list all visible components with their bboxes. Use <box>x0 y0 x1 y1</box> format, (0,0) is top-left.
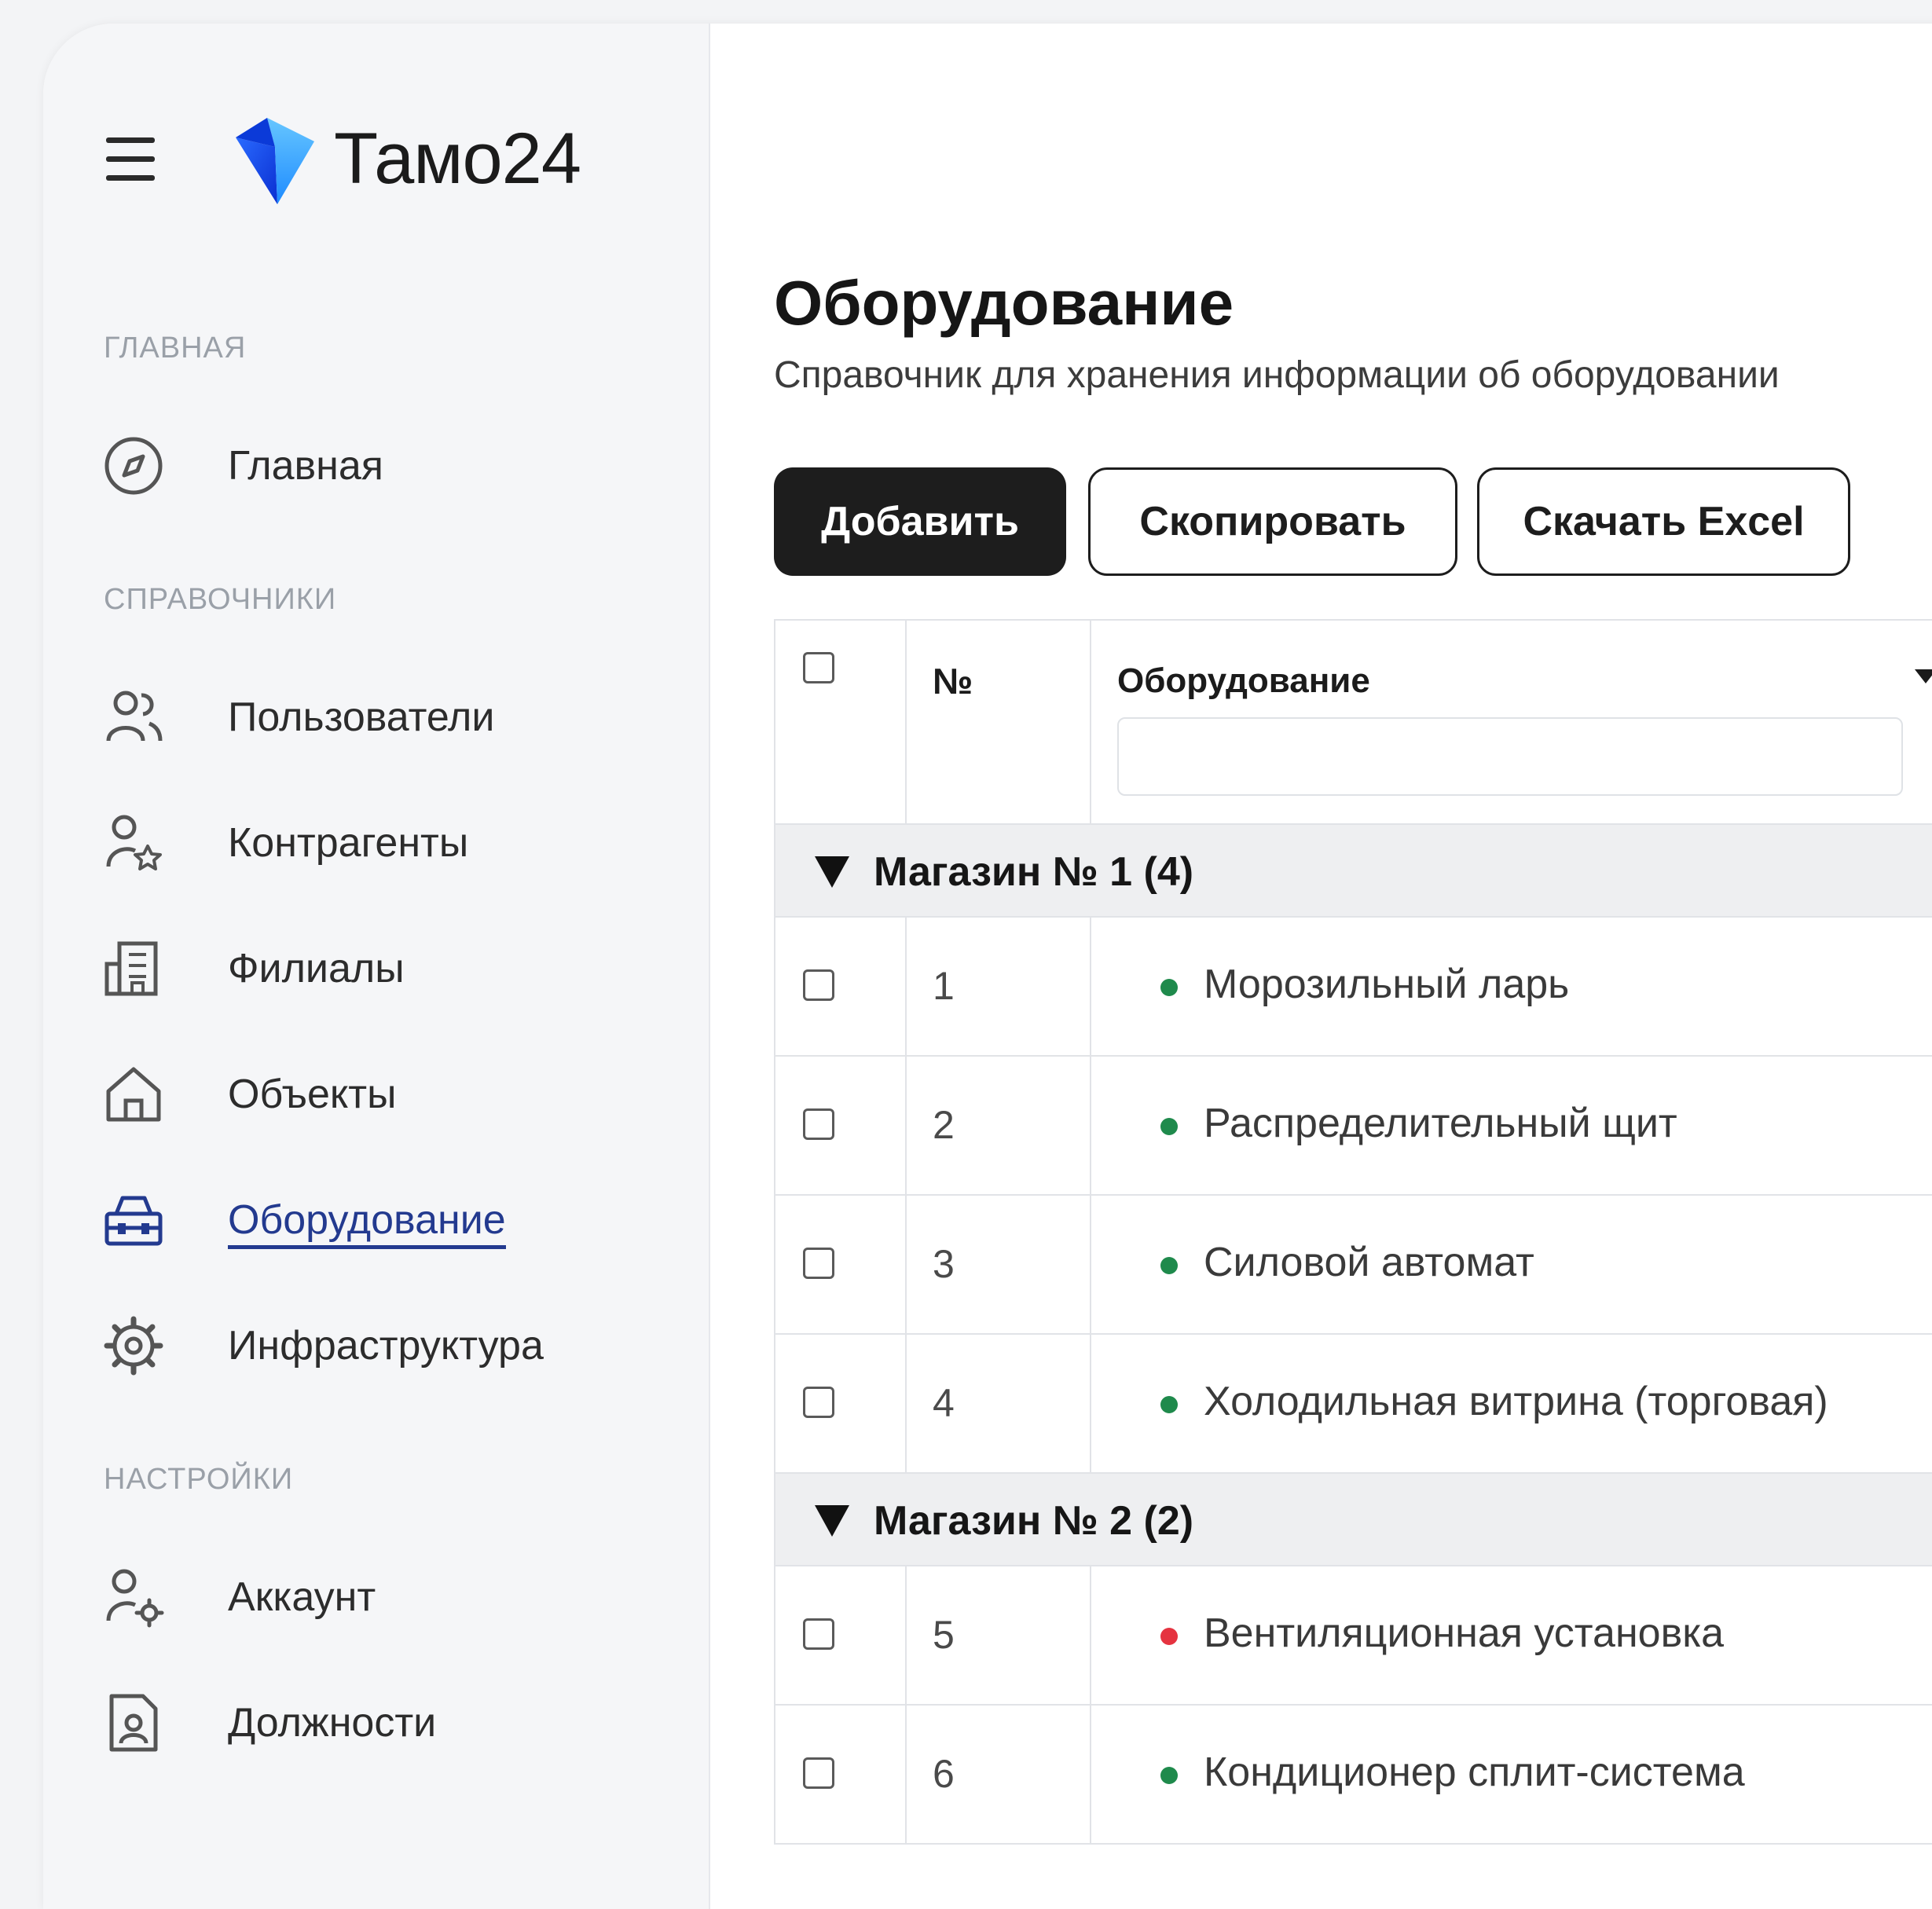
sidebar-item-label: Должности <box>228 1700 437 1746</box>
sidebar-item-home[interactable]: Главная <box>102 431 652 501</box>
contractor-icon <box>106 815 162 870</box>
page-title: Оборудование <box>774 268 1234 338</box>
row-number: 3 <box>933 1242 955 1286</box>
table-row[interactable]: 2 Распределительный щит <box>774 1057 1932 1196</box>
users-icon <box>106 691 163 742</box>
status-dot <box>1160 1628 1178 1645</box>
table-row[interactable]: 3 Силовой автомат <box>774 1196 1932 1335</box>
chevron-down-icon[interactable] <box>1915 669 1932 683</box>
equipment-name: Морозильный ларь <box>1204 962 1570 1007</box>
sidebar-item-infrastructure[interactable]: Инфраструктура <box>102 1310 652 1381</box>
sidebar-item-users[interactable]: Пользователи <box>102 682 652 753</box>
row-checkbox[interactable] <box>803 969 834 1001</box>
group-row[interactable]: Магазин № 1 (4) <box>774 825 1932 918</box>
select-all-checkbox[interactable] <box>803 652 834 683</box>
column-header-equipment: Оборудование <box>1117 661 1370 700</box>
equipment-filter-input[interactable] <box>1117 717 1903 796</box>
download-excel-button[interactable]: Скачать Excel <box>1477 467 1850 576</box>
table-row[interactable]: 5 Вентиляционная установка <box>774 1566 1932 1706</box>
sidebar-item-label: Объекты <box>228 1072 397 1117</box>
row-number: 5 <box>933 1613 955 1657</box>
table-row[interactable]: 6 Кондиционер сплит-система <box>774 1706 1932 1845</box>
sidebar-item-label: Главная <box>228 443 383 489</box>
equipment-name: Холодильная витрина (торговая) <box>1204 1379 1828 1424</box>
sidebar-item-contractors[interactable]: Контрагенты <box>102 808 652 878</box>
status-dot <box>1160 1767 1178 1784</box>
building-icon <box>104 941 158 996</box>
row-number: 4 <box>933 1381 955 1425</box>
status-dot <box>1160 979 1178 996</box>
app-window: Тамо24 ГЛАВНАЯ Главная СПРАВОЧНИКИ Польз… <box>43 24 1932 1909</box>
column-header-num: № <box>933 661 973 702</box>
table-header: № Оборудование <box>774 619 1932 826</box>
gear-icon <box>104 1316 163 1376</box>
logo-icon <box>236 118 314 204</box>
sidebar: Тамо24 ГЛАВНАЯ Главная СПРАВОЧНИКИ Польз… <box>43 24 710 1909</box>
sidebar-item-label: Оборудование <box>228 1196 506 1249</box>
row-checkbox[interactable] <box>803 1387 834 1418</box>
row-checkbox[interactable] <box>803 1618 834 1650</box>
toolbox-icon <box>104 1196 163 1246</box>
status-dot <box>1160 1257 1178 1274</box>
equipment-name: Вентиляционная установка <box>1204 1610 1725 1656</box>
sidebar-item-objects[interactable]: Объекты <box>102 1059 652 1130</box>
group-title: Магазин № 1 (4) <box>874 849 1194 895</box>
sidebar-item-label: Контрагенты <box>228 820 469 866</box>
table-row[interactable]: 1 Морозильный ларь <box>774 918 1932 1057</box>
menu-icon[interactable] <box>106 137 155 181</box>
row-checkbox[interactable] <box>803 1108 834 1140</box>
sidebar-item-equipment[interactable]: Оборудование <box>102 1185 652 1255</box>
equipment-name: Распределительный щит <box>1204 1101 1677 1146</box>
app-name: Тамо24 <box>334 119 581 199</box>
section-label-directories: СПРАВОЧНИКИ <box>104 583 337 616</box>
section-label-main: ГЛАВНАЯ <box>104 332 247 365</box>
table-row[interactable]: 4 Холодильная витрина (торговая) <box>774 1335 1932 1474</box>
sidebar-item-branches[interactable]: Филиалы <box>102 933 652 1004</box>
group-title: Магазин № 2 (2) <box>874 1498 1194 1544</box>
page-subtitle: Справочник для хранения информации об об… <box>774 354 1780 396</box>
sidebar-item-label: Пользователи <box>228 694 495 740</box>
status-dot <box>1160 1118 1178 1135</box>
equipment-name: Силовой автомат <box>1204 1240 1534 1285</box>
copy-button[interactable]: Скопировать <box>1088 467 1457 576</box>
sidebar-item-label: Аккаунт <box>228 1574 376 1620</box>
collapse-triangle-icon[interactable] <box>815 856 849 888</box>
sidebar-item-account[interactable]: Аккаунт <box>102 1562 652 1632</box>
sidebar-item-label: Инфраструктура <box>228 1323 544 1369</box>
compass-icon <box>104 437 163 495</box>
row-number: 2 <box>933 1103 955 1147</box>
collapse-triangle-icon[interactable] <box>815 1505 849 1537</box>
group-row[interactable]: Магазин № 2 (2) <box>774 1474 1932 1566</box>
row-checkbox[interactable] <box>803 1757 834 1789</box>
status-dot <box>1160 1396 1178 1413</box>
row-number: 1 <box>933 964 955 1008</box>
section-label-settings: НАСТРОЙКИ <box>104 1463 294 1496</box>
sidebar-item-label: Филиалы <box>228 946 405 991</box>
badge-icon <box>109 1694 158 1752</box>
home-icon <box>106 1067 161 1122</box>
equipment-name: Кондиционер сплит-система <box>1204 1750 1745 1795</box>
row-number: 6 <box>933 1752 955 1796</box>
user-settings-icon <box>106 1569 164 1628</box>
sidebar-item-positions[interactable]: Должности <box>102 1687 652 1758</box>
add-button[interactable]: Добавить <box>774 467 1066 576</box>
row-checkbox[interactable] <box>803 1248 834 1279</box>
